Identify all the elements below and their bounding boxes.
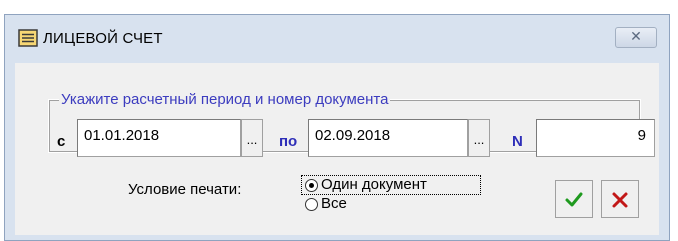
dialog-body: Укажите расчетный период и номер докумен… bbox=[15, 63, 659, 235]
period-group-legend: Укажите расчетный период и номер докумен… bbox=[59, 91, 391, 108]
print-condition-label: Условие печати: bbox=[128, 181, 242, 198]
window-title: ЛИЦЕВОЙ СЧЕТ bbox=[43, 30, 163, 47]
radio-all-label[interactable]: Все bbox=[321, 195, 347, 212]
to-label: по bbox=[279, 133, 298, 150]
number-label: N bbox=[512, 133, 523, 150]
cross-icon bbox=[612, 192, 628, 208]
from-date-picker-button[interactable]: ... bbox=[241, 119, 263, 157]
radio-all[interactable] bbox=[305, 198, 318, 211]
radio-one-document[interactable] bbox=[305, 179, 318, 192]
ok-button[interactable] bbox=[555, 180, 593, 218]
checkmark-icon bbox=[565, 192, 583, 207]
close-button[interactable]: ✕ bbox=[615, 27, 657, 48]
close-icon: ✕ bbox=[630, 29, 642, 45]
dialog-window: ЛИЦЕВОЙ СЧЕТ ✕ Укажите расчетный период … bbox=[4, 14, 670, 241]
document-list-icon bbox=[18, 29, 38, 47]
document-number-input[interactable]: 9 bbox=[536, 119, 655, 157]
from-date-input[interactable]: 01.01.2018 bbox=[77, 119, 241, 157]
title-bar[interactable]: ЛИЦЕВОЙ СЧЕТ ✕ bbox=[5, 15, 669, 61]
to-date-input[interactable]: 02.09.2018 bbox=[308, 119, 468, 157]
to-date-picker-button[interactable]: ... bbox=[468, 119, 490, 157]
cancel-button[interactable] bbox=[601, 180, 639, 218]
from-label: с bbox=[57, 133, 66, 150]
radio-one-document-label[interactable]: Один документ bbox=[321, 176, 427, 193]
